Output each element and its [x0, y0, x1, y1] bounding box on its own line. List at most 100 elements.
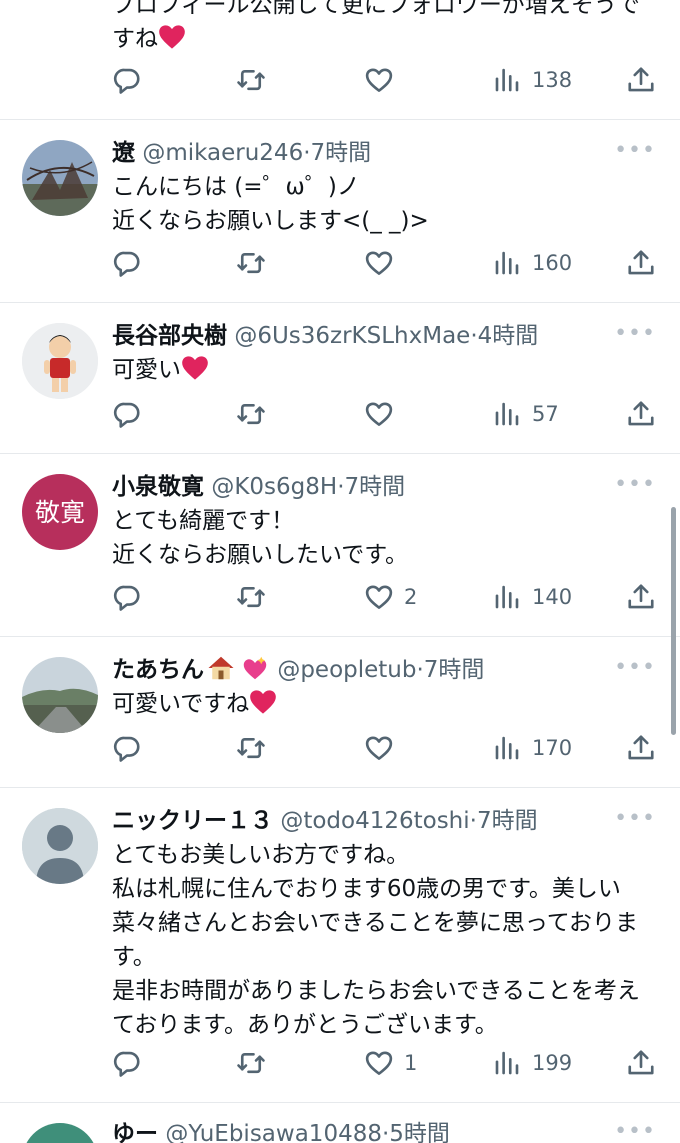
display-name[interactable]: 長谷部央樹 [112, 323, 227, 349]
avatar[interactable]: 敬寛 [22, 474, 98, 550]
tweet-body: こんにちは (=゜ω゜)ノ 近くならお願いします<(_ _)> [112, 170, 658, 238]
reply-button[interactable] [112, 730, 142, 766]
reply-button[interactable] [112, 62, 142, 98]
retweet-button[interactable] [236, 579, 266, 615]
tweet-header: 小泉敬寛 @K0s6g8H·7時間 [112, 470, 658, 504]
retweet-icon [237, 69, 265, 91]
tweet-actions: 1 199 [112, 1045, 658, 1081]
tweet-actions: 2 140 [112, 579, 658, 615]
like-button[interactable]: 2 [364, 579, 417, 615]
tweet-body-line: 近くならお願いします<(_ _)> [112, 208, 429, 234]
avatar[interactable] [22, 140, 98, 216]
views-button[interactable]: 138 [492, 62, 572, 98]
share-button[interactable] [626, 245, 656, 281]
more-icon[interactable]: ••• [614, 657, 656, 679]
retweet-button[interactable] [236, 1045, 266, 1081]
reply-button[interactable] [112, 396, 142, 432]
views-button[interactable]: 199 [492, 1045, 572, 1081]
tweet[interactable]: プロフィール公開して更にフォロワーが増えそうで すね 138 [0, 0, 680, 120]
user-handle[interactable]: @todo4126toshi [280, 808, 469, 834]
tweet[interactable]: ゆー @YuEbisawa10488·5時間 ••• [0, 1103, 680, 1143]
tweet-body-line: こんにちは (=゜ω゜)ノ [112, 174, 360, 200]
reply-button[interactable] [112, 1045, 142, 1081]
more-icon[interactable]: ••• [614, 323, 656, 345]
user-handle[interactable]: @mikaeru246 [142, 140, 303, 166]
user-handle[interactable]: @K0s6g8H [211, 474, 337, 500]
tweet-body-line: プロフィール公開して更にフォロワーが増えそうで [112, 0, 640, 18]
timestamp[interactable]: 7時間 [345, 474, 406, 500]
tweet-body-line: 可愛いですね [112, 691, 250, 717]
share-button[interactable] [626, 396, 656, 432]
avatar[interactable] [22, 657, 98, 733]
tweet[interactable]: 敬寛 小泉敬寛 @K0s6g8H·7時間 とても綺麗です！ 近くならお願いしたい… [0, 454, 680, 637]
display-name[interactable]: ニックリー１３ [112, 808, 273, 834]
retweet-button[interactable] [236, 62, 266, 98]
reply-icon [113, 68, 140, 94]
timestamp[interactable]: 7時間 [311, 140, 372, 166]
more-icon[interactable]: ••• [614, 474, 656, 496]
tweet[interactable]: たあちん @peopletub·7時間 可愛いですね ••• 170 [0, 637, 680, 788]
like-button[interactable] [364, 730, 404, 766]
display-name[interactable]: 小泉敬寛 [112, 474, 204, 500]
views-button[interactable]: 140 [492, 579, 572, 615]
share-button[interactable] [626, 579, 656, 615]
user-handle[interactable]: @6Us36zrKSLhxMae [234, 323, 470, 349]
tweet-body: 可愛いですね [112, 687, 658, 721]
views-button[interactable]: 170 [492, 730, 572, 766]
views-button[interactable]: 57 [492, 396, 559, 432]
display-name[interactable]: ゆー [112, 1121, 158, 1143]
share-button[interactable] [626, 730, 656, 766]
tweet-body-line: 私は札幌に住んでおります60歳の男です。美しい [112, 876, 621, 902]
tweet[interactable]: 遼 @mikaeru246·7時間 こんにちは (=゜ω゜)ノ 近くならお願いし… [0, 120, 680, 303]
reply-button[interactable] [112, 579, 142, 615]
like-button[interactable] [364, 396, 404, 432]
like-button[interactable] [364, 245, 404, 281]
tweet-header: 長谷部央樹 @6Us36zrKSLhxMae·4時間 [112, 319, 658, 353]
avatar-anime-character [22, 323, 98, 399]
avatar[interactable] [22, 1123, 98, 1143]
tweet-body-line: 近くならお願いしたいです。 [112, 542, 409, 568]
retweet-button[interactable] [236, 396, 266, 432]
retweet-button[interactable] [236, 245, 266, 281]
tweet[interactable]: 長谷部央樹 @6Us36zrKSLhxMae·4時間 可愛い ••• 57 [0, 303, 680, 454]
reply-icon [113, 1051, 140, 1077]
retweet-button[interactable] [236, 730, 266, 766]
timestamp[interactable]: 4時間 [478, 323, 539, 349]
more-icon[interactable]: ••• [614, 1121, 656, 1143]
like-button[interactable] [364, 62, 404, 98]
user-handle[interactable]: @YuEbisawa10488 [165, 1121, 382, 1143]
tweet-body-line: 是非お時間がありましたらお会いできることを考え [112, 978, 640, 1004]
heart-icon [365, 736, 393, 760]
reply-button[interactable] [112, 245, 142, 281]
red-heart-emoji [250, 690, 277, 714]
like-count: 2 [404, 585, 418, 609]
tweet-body-line: 可愛い [112, 357, 181, 383]
display-name[interactable]: たあちん [112, 657, 204, 683]
tweet-actions: 170 [112, 730, 658, 766]
share-button[interactable] [626, 1045, 656, 1081]
separator-dot: · [469, 808, 477, 834]
house-emoji [206, 653, 236, 683]
share-button[interactable] [626, 62, 656, 98]
scrollbar[interactable] [671, 507, 676, 735]
more-icon[interactable]: ••• [614, 140, 656, 162]
timestamp[interactable]: 5時間 [389, 1121, 450, 1143]
timestamp[interactable]: 7時間 [424, 657, 485, 683]
tweet[interactable]: ニックリー１３ @todo4126toshi·7時間 とてもお美しいお方ですね。… [0, 788, 680, 1103]
like-button[interactable]: 1 [364, 1045, 417, 1081]
user-handle[interactable]: @peopletub [277, 657, 416, 683]
tweet-actions: 57 [112, 396, 658, 432]
more-icon[interactable]: ••• [614, 808, 656, 830]
tweet-body: 可愛い [112, 353, 658, 387]
avatar[interactable] [22, 323, 98, 399]
avatar[interactable] [22, 808, 98, 884]
views-button[interactable]: 160 [492, 245, 572, 281]
tweet-header: 遼 @mikaeru246·7時間 [112, 136, 658, 170]
share-icon [628, 250, 654, 275]
timestamp[interactable]: 7時間 [477, 808, 538, 834]
tweet-header: たあちん @peopletub·7時間 [112, 653, 658, 687]
display-name[interactable]: 遼 [112, 140, 135, 166]
share-icon [628, 67, 654, 92]
view-count: 199 [532, 1051, 573, 1075]
tweet-body: とてもお美しいお方ですね。 私は札幌に住んでおります60歳の男です。美しい 菜々… [112, 838, 658, 1042]
